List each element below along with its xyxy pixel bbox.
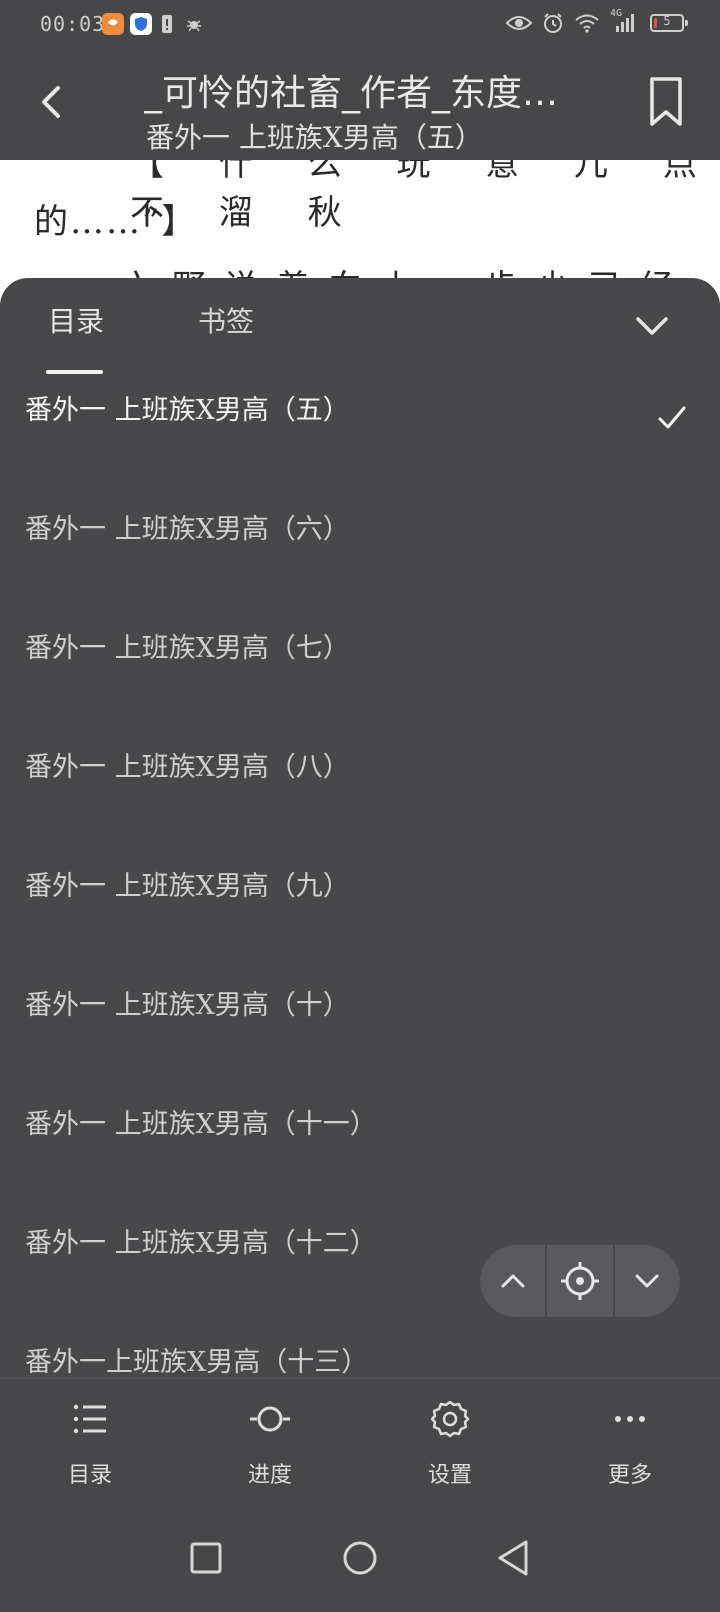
more-icon <box>615 1416 645 1422</box>
back-button[interactable] <box>30 80 74 124</box>
tab-contents[interactable]: 目录 <box>48 300 104 340</box>
chapter-label: 番外一 上班族X男高（七） <box>25 633 350 664</box>
back-arrow-icon <box>42 86 60 118</box>
system-nav-bar <box>0 1502 720 1612</box>
chapter-item[interactable]: 番外一 上班族X男高（十一） <box>0 1088 720 1207</box>
tab-bookmarks[interactable]: 书签 <box>198 300 254 340</box>
status-right-group: 4G 5 <box>506 8 688 34</box>
toolbar-label: 更多 <box>607 1463 652 1488</box>
chapter-item-current[interactable]: 番外一 上班族X男高（五） <box>0 374 720 493</box>
toolbar-label: 目录 <box>67 1463 112 1488</box>
panel-tabs: 目录 书签 <box>0 278 720 374</box>
top-app-bar: _可怜的社畜_作者_东度… 番外一 上班族X男高（五） <box>0 50 720 160</box>
check-icon <box>658 406 686 429</box>
network-badge: 4G <box>610 8 640 34</box>
chapter-label: 番外一 上班族X男高（五） <box>25 395 350 426</box>
chapter-label: 番外一上班族X男高（十三） <box>25 1347 369 1378</box>
chapter-item[interactable]: 番外一 上班族X男高（六） <box>0 493 720 612</box>
toolbar-settings-button[interactable]: 设置 <box>390 1397 510 1489</box>
status-time: 00:03 <box>40 12 106 36</box>
recents-button[interactable] <box>184 1536 228 1580</box>
battery-icon: 5 <box>650 14 688 32</box>
reading-line: 的……”】 <box>34 202 198 242</box>
app-notification-icon <box>102 13 124 35</box>
bookmark-icon <box>650 77 682 126</box>
book-title: _可怜的社畜_作者_东度… <box>144 73 559 114</box>
home-button[interactable] <box>338 1536 382 1580</box>
chapter-label: 番外一 上班族X男高（十一） <box>25 1109 377 1140</box>
status-bar: 00:03 4G 5 <box>0 0 720 50</box>
progress-icon <box>250 1406 290 1432</box>
reading-line: 【 什 么 玩 意 儿 点 不 溜 秋 <box>130 160 719 233</box>
chevron-up-icon <box>501 1274 525 1288</box>
alarm-icon <box>544 13 562 33</box>
toolbar-label: 设置 <box>427 1463 472 1488</box>
crosshair-icon <box>560 1262 599 1300</box>
collapse-panel-button[interactable] <box>632 306 672 346</box>
toc-scroll-control <box>480 1245 680 1317</box>
signal-icon <box>616 14 634 32</box>
bug-icon <box>186 15 202 37</box>
gear-icon <box>430 1400 470 1438</box>
locate-current-button[interactable] <box>547 1245 612 1317</box>
chapter-item[interactable]: 番外一上班族X男高（十三） <box>0 1326 720 1378</box>
sim-warning-icon <box>160 13 174 39</box>
eye-icon <box>506 16 532 30</box>
wifi-icon <box>575 14 599 33</box>
reader-toolbar: 目录 进度 设置 更多 <box>0 1378 720 1503</box>
chapter-label: 番外一 上班族X男高（六） <box>25 514 350 545</box>
chapter-list: 番外一 上班族X男高（五） 番外一 上班族X男高（六） 番外一 上班族X男高（七… <box>0 374 720 1378</box>
toolbar-more-button[interactable]: 更多 <box>570 1397 690 1489</box>
circle-icon <box>343 1541 377 1575</box>
list-icon <box>73 1404 106 1434</box>
shield-app-icon <box>130 13 152 35</box>
chapter-label: 番外一 上班族X男高（八） <box>25 752 350 783</box>
toolbar-contents-button[interactable]: 目录 <box>30 1397 150 1489</box>
toc-panel: 目录 书签 番外一 上班族X男高（五） 番外一 上班族X男高（六） 番外一 上班… <box>0 278 720 1378</box>
toolbar-progress-button[interactable]: 进度 <box>210 1397 330 1489</box>
toolbar-label: 进度 <box>247 1463 292 1488</box>
scroll-up-button[interactable] <box>480 1245 545 1317</box>
battery-level: 5 <box>663 14 671 28</box>
chapter-label: 番外一 上班族X男高（九） <box>25 871 350 902</box>
chapter-subtitle: 番外一 上班族X男高（五） <box>146 121 483 154</box>
triangle-back-icon <box>498 1540 528 1576</box>
chapter-item[interactable]: 番外一 上班族X男高（十） <box>0 969 720 1088</box>
chevron-down-icon <box>635 1274 659 1288</box>
chapter-label: 番外一 上班族X男高（十） <box>25 990 350 1021</box>
chapter-label: 番外一 上班族X男高（十二） <box>25 1228 377 1259</box>
chapter-item[interactable]: 番外一 上班族X男高（九） <box>0 850 720 969</box>
square-icon <box>190 1542 222 1574</box>
chapter-item[interactable]: 番外一 上班族X男高（七） <box>0 612 720 731</box>
chevron-down-icon <box>636 317 668 335</box>
bookmark-button[interactable] <box>648 76 684 128</box>
chapter-item[interactable]: 番外一 上班族X男高（八） <box>0 731 720 850</box>
back-nav-button[interactable] <box>492 1536 536 1580</box>
